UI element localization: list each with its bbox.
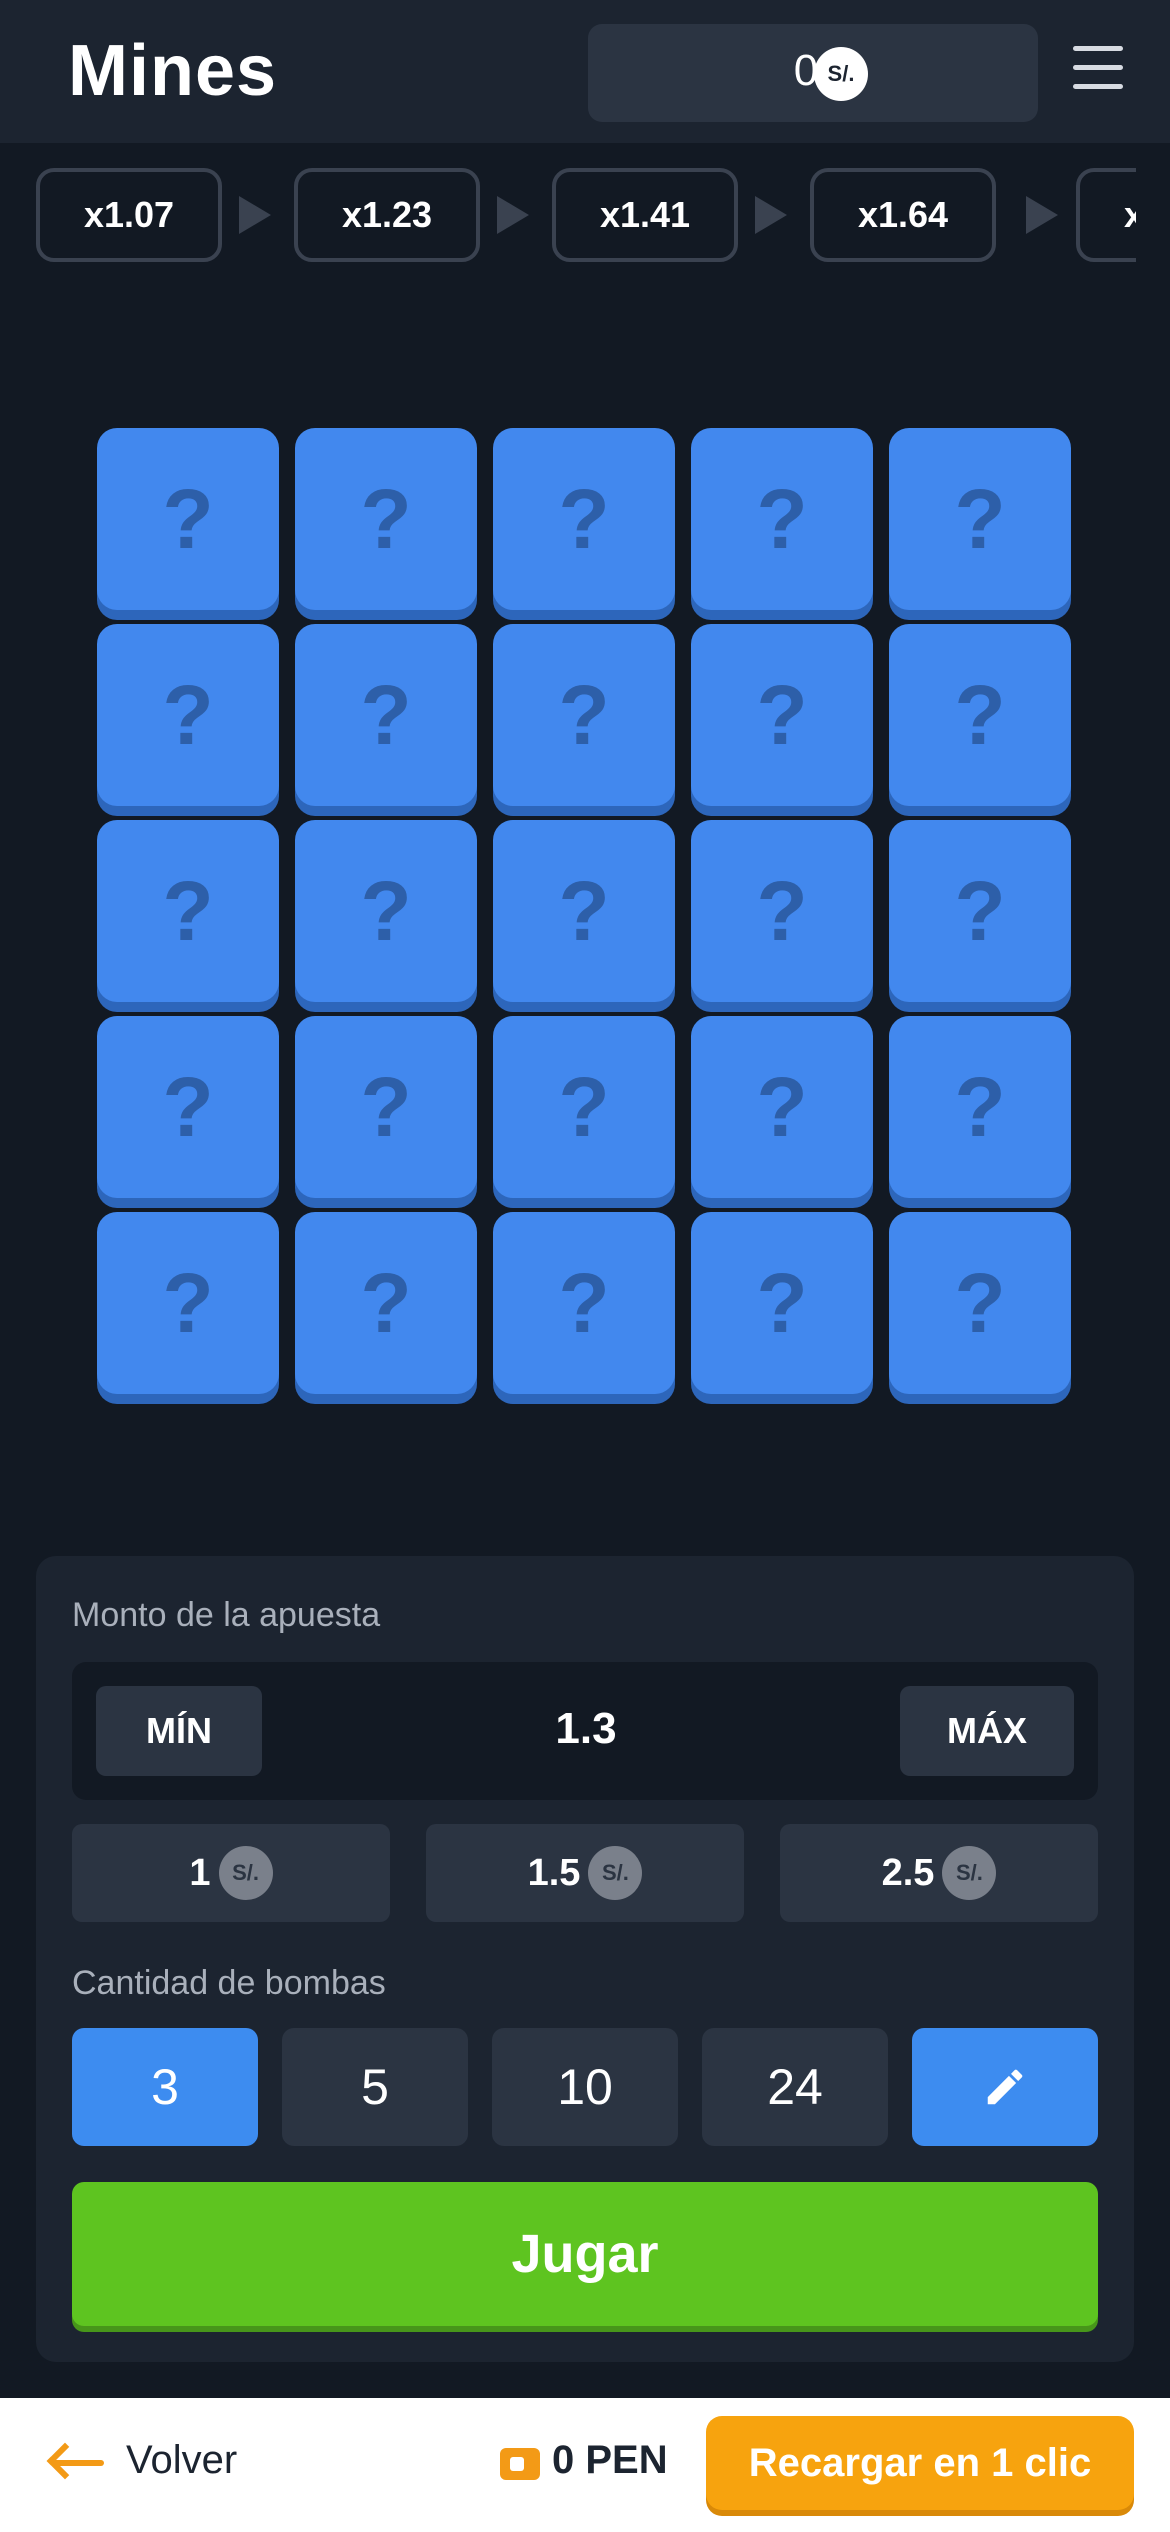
bet-amount-label: Monto de la apuesta [72, 1596, 381, 1634]
mine-tile[interactable]: ? [295, 624, 477, 806]
bomb-option-5[interactable]: 5 [282, 2028, 468, 2146]
play-arrow-icon [497, 196, 529, 234]
multiplier-strip: x1.07 x1.23 x1.41 x1.64 x1.92 [36, 168, 1136, 264]
quick-bet-value: 2.5 [881, 1851, 935, 1894]
mine-tile[interactable]: ? [493, 820, 675, 1002]
back-arrow-head-icon [46, 2442, 84, 2480]
mine-tile[interactable]: ? [295, 820, 477, 1002]
quick-bet-button[interactable]: 2.5 S/. [780, 1824, 1098, 1922]
bomb-option-10[interactable]: 10 [492, 2028, 678, 2146]
mine-tile[interactable]: ? [889, 1212, 1071, 1394]
mine-tile[interactable]: ? [691, 820, 873, 1002]
quick-bet-button[interactable]: 1 S/. [72, 1824, 390, 1922]
min-bet-button[interactable]: MÍN [96, 1686, 262, 1776]
bet-control-panel: Monto de la apuesta MÍN 1.3 MÁX 1 S/. 1.… [36, 1556, 1134, 2362]
mine-tile[interactable]: ? [493, 428, 675, 610]
bomb-option-3[interactable]: 3 [72, 2028, 258, 2146]
currency-coin-icon: S/. [814, 47, 868, 101]
mine-tile[interactable]: ? [889, 428, 1071, 610]
mine-tile[interactable]: ? [97, 428, 279, 610]
hamburger-menu-icon[interactable] [1070, 44, 1126, 92]
mine-tile[interactable]: ? [691, 1212, 873, 1394]
pencil-icon [987, 2069, 1023, 2105]
balance-display: 0 S/. [588, 24, 1038, 122]
mine-tile[interactable]: ? [691, 428, 873, 610]
mine-tile[interactable]: ? [889, 624, 1071, 806]
multiplier-pill: x1.41 [552, 168, 738, 262]
bomb-option-24[interactable]: 24 [702, 2028, 888, 2146]
edit-bombs-button[interactable] [912, 2028, 1098, 2146]
mine-tile[interactable]: ? [493, 624, 675, 806]
mine-tile[interactable]: ? [691, 1016, 873, 1198]
play-arrow-icon [755, 196, 787, 234]
mine-tile[interactable]: ? [889, 820, 1071, 1002]
mine-tile[interactable]: ? [97, 624, 279, 806]
header: Mines 0 S/. [0, 0, 1170, 143]
bet-amount-value[interactable]: 1.3 [436, 1704, 736, 1754]
mine-tile[interactable]: ? [889, 1016, 1071, 1198]
mine-tile[interactable]: ? [493, 1016, 675, 1198]
mine-tile[interactable]: ? [97, 820, 279, 1002]
multiplier-pill: x1.07 [36, 168, 222, 262]
mine-tile[interactable]: ? [295, 1212, 477, 1394]
play-arrow-icon [1026, 196, 1058, 234]
quick-bet-value: 1.5 [527, 1851, 581, 1894]
multiplier-pill: x1.92 [1076, 168, 1136, 262]
wallet-icon [500, 2448, 540, 2480]
mine-tile[interactable]: ? [493, 1212, 675, 1394]
currency-coin-icon: S/. [942, 1846, 997, 1900]
quick-bet-button[interactable]: 1.5 S/. [426, 1824, 744, 1922]
wallet-amount: 0 PEN [552, 2438, 668, 2482]
multiplier-pill: x1.23 [294, 168, 480, 262]
currency-coin-icon: S/. [588, 1846, 643, 1900]
quick-bet-value: 1 [189, 1851, 211, 1894]
play-arrow-icon [239, 196, 271, 234]
bottom-bar: Volver 0 PEN Recargar en 1 clic [0, 2398, 1170, 2532]
mine-tile[interactable]: ? [691, 624, 873, 806]
bet-amount-row: MÍN 1.3 MÁX [72, 1662, 1098, 1800]
recharge-button[interactable]: Recargar en 1 clic [706, 2416, 1134, 2510]
back-label: Volver [126, 2438, 238, 2482]
mine-tile[interactable]: ? [295, 1016, 477, 1198]
mine-tile[interactable]: ? [97, 1212, 279, 1394]
mine-tile[interactable]: ? [97, 1016, 279, 1198]
currency-coin-icon: S/. [218, 1846, 273, 1900]
max-bet-button[interactable]: MÁX [900, 1686, 1074, 1776]
mine-tile[interactable]: ? [295, 428, 477, 610]
mines-game-page: Mines 0 S/. x1.07 x1.23 x1.41 x1.64 x1.9… [0, 0, 1170, 2532]
app-title: Mines [68, 31, 278, 111]
bombs-count-label: Cantidad de bombas [72, 1964, 386, 2002]
play-button[interactable]: Jugar [72, 2182, 1098, 2326]
multiplier-pill: x1.64 [810, 168, 996, 262]
mines-grid: ? ? ? ? ? ? ? ? ? ? ? ? ? ? ? ? ? ? ? ? … [97, 428, 1071, 1394]
